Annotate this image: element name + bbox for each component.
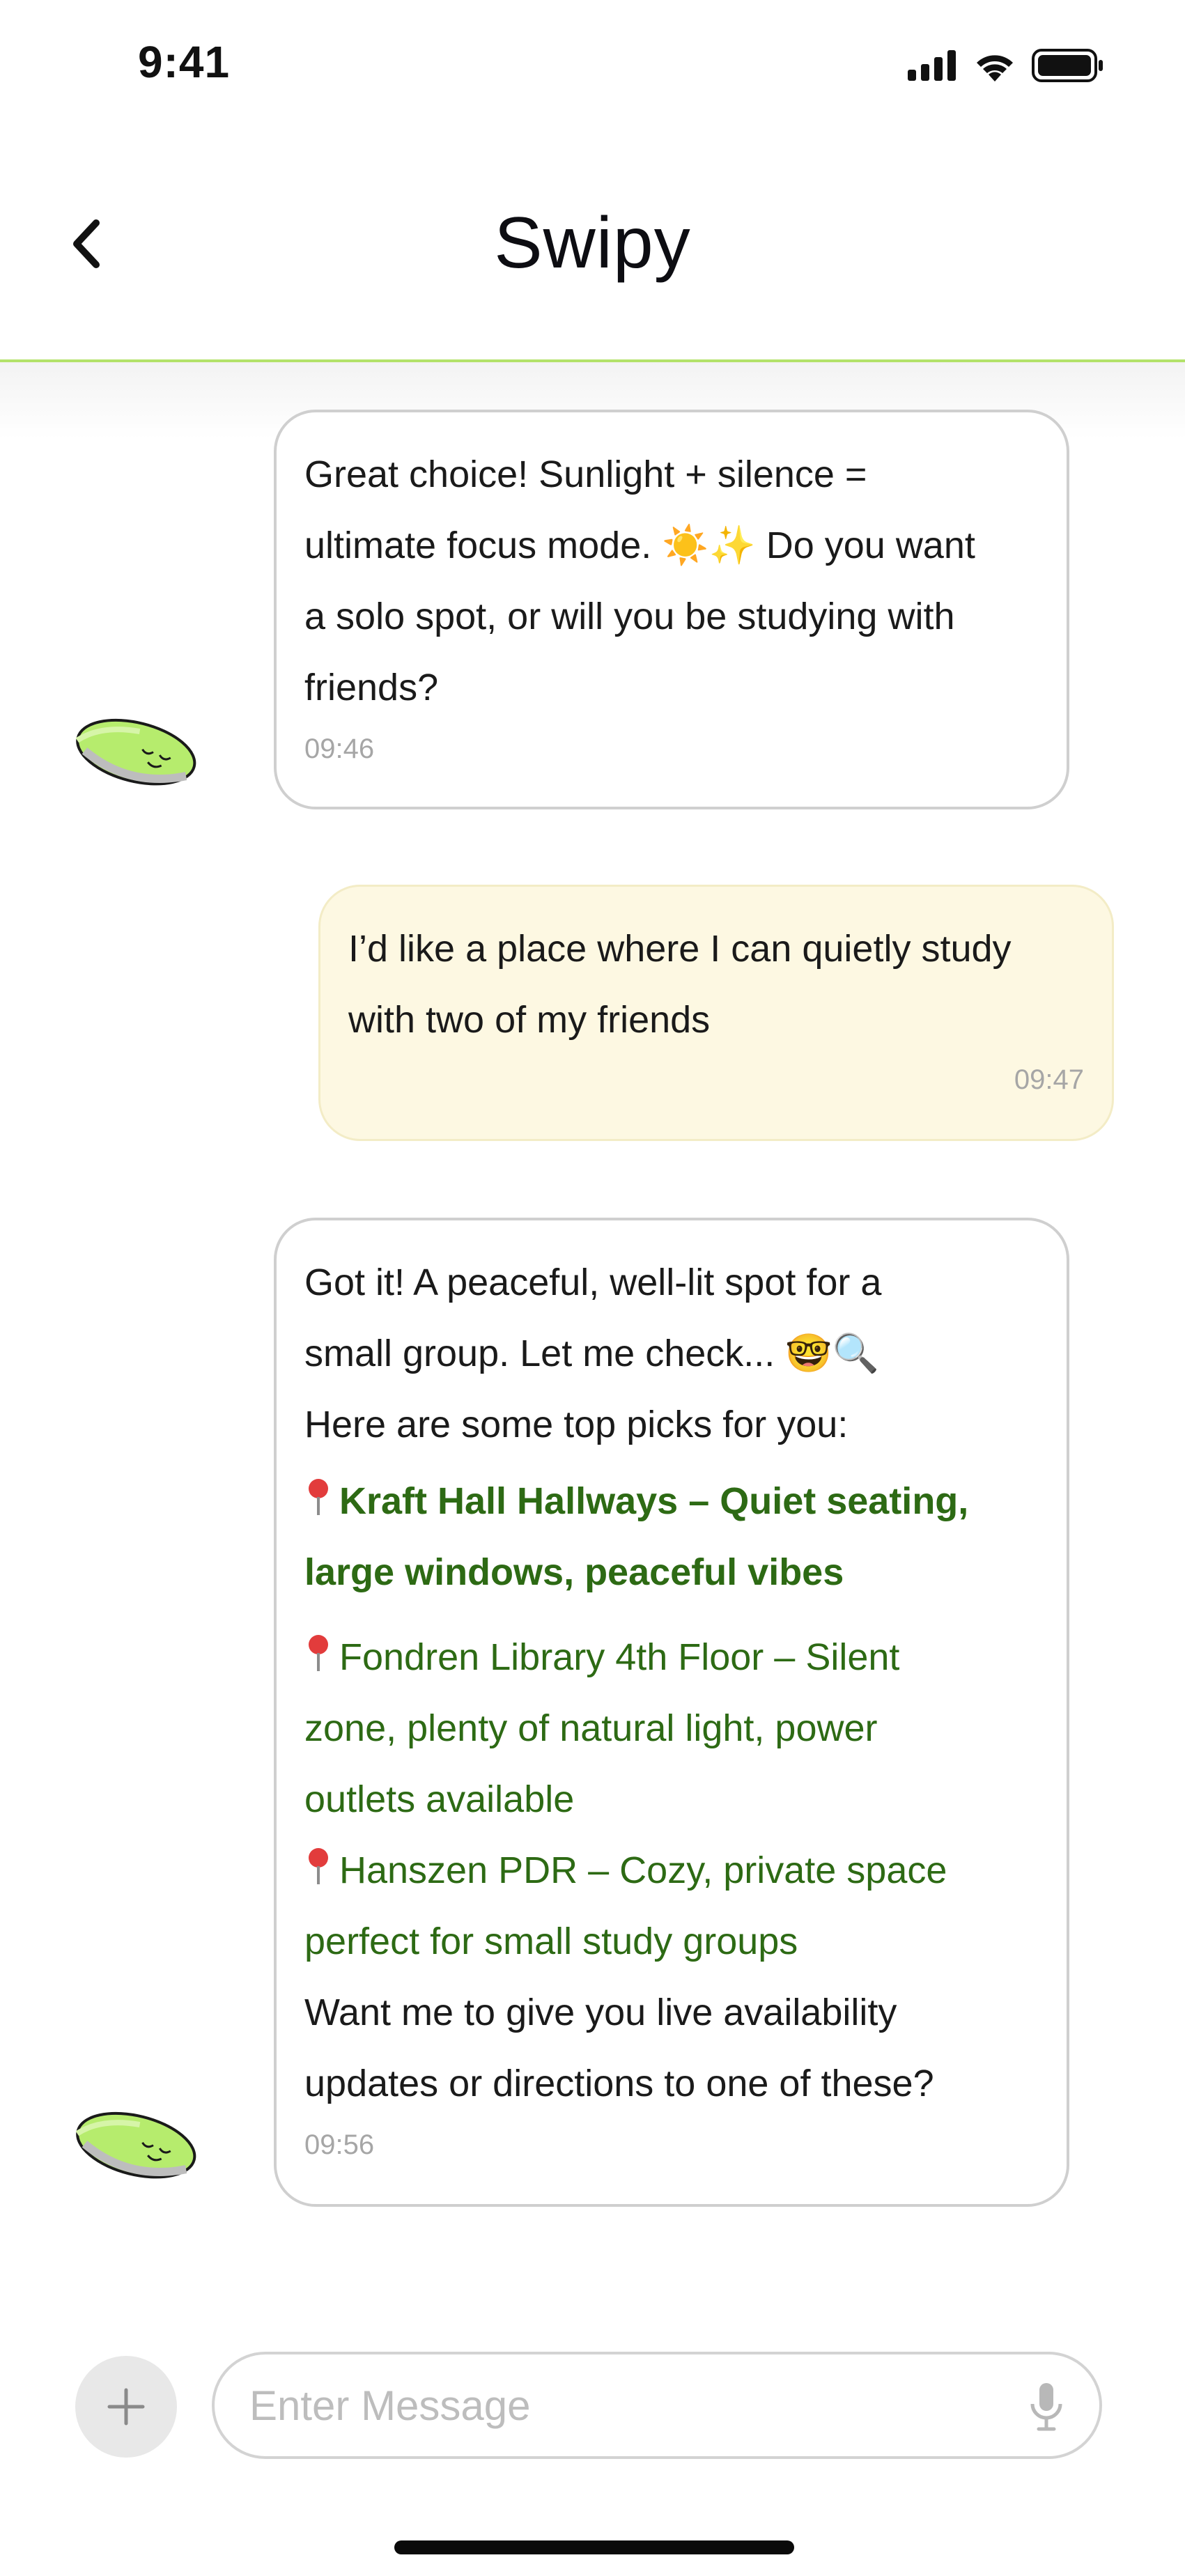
- message-time: 09:46: [304, 734, 375, 764]
- bot-avatar-icon: [75, 2111, 196, 2179]
- bot-message-bubble: Great choice! Sunlight + silence = ultim…: [274, 410, 1069, 809]
- page-title: Swipy: [494, 203, 691, 284]
- message-input[interactable]: [249, 2354, 1002, 2456]
- message-line: Got it! A peaceful, well-lit spot for a: [304, 1262, 882, 1303]
- microphone-icon: [1030, 2383, 1062, 2431]
- place-line: large windows, peaceful vibes: [304, 1551, 844, 1593]
- message-line: a solo spot, or will you be studying wit…: [304, 596, 955, 637]
- message-time: 09:56: [304, 2129, 375, 2160]
- pin-icon: [304, 1476, 332, 1518]
- pin-icon: [304, 1845, 332, 1887]
- battery-icon: [1032, 49, 1103, 82]
- message-line: I’d like a place where I can quietly stu…: [348, 928, 1012, 970]
- add-attachment-button[interactable]: [75, 2356, 177, 2458]
- place-text: Fondren Library 4th Floor – Silent: [339, 1636, 900, 1678]
- message-input-container: [212, 2352, 1102, 2459]
- place-line: Hanszen PDR – Cozy, private space: [304, 1835, 1039, 1906]
- place-recommendation[interactable]: Kraft Hall Hallways – Quiet seating, lar…: [304, 1466, 1039, 1608]
- wifi-icon: [977, 55, 1013, 82]
- message-line: ultimate focus mode. ☀️✨ Do you want: [304, 525, 975, 566]
- place-recommendation[interactable]: Fondren Library 4th Floor – Silent zone,…: [304, 1622, 1039, 1835]
- status-icons: [908, 49, 1104, 82]
- message-composer: [0, 2341, 1185, 2494]
- user-message-bubble: I’d like a place where I can quietly stu…: [318, 885, 1114, 1141]
- place-line: outlets available: [304, 1778, 575, 1820]
- place-line: Kraft Hall Hallways – Quiet seating,: [304, 1466, 1039, 1537]
- message-line: small group. Let me check... 🤓🔍: [304, 1333, 879, 1374]
- status-time: 9:41: [138, 37, 231, 87]
- message-time: 09:47: [1014, 1064, 1084, 1095]
- message-line: friends?: [304, 667, 439, 708]
- bot-avatar-icon: [75, 718, 196, 786]
- place-text: Hanszen PDR – Cozy, private space: [339, 1849, 947, 1891]
- place-text: Kraft Hall Hallways – Quiet seating,: [339, 1480, 969, 1522]
- status-bar: 9:41: [0, 0, 1185, 132]
- place-line: zone, plenty of natural light, power: [304, 1707, 878, 1749]
- home-indicator: [394, 2540, 794, 2554]
- place-recommendation[interactable]: Hanszen PDR – Cozy, private space perfec…: [304, 1835, 1039, 1977]
- message-line: Want me to give you live availability: [304, 1992, 897, 2033]
- voice-input-button[interactable]: [1019, 2375, 1074, 2438]
- message-line: Here are some top picks for you:: [304, 1404, 849, 1445]
- message-line: Great choice! Sunlight + silence =: [304, 453, 867, 495]
- signal-icon: [908, 50, 956, 81]
- bot-message-bubble: Got it! A peaceful, well-lit spot for a …: [274, 1218, 1069, 2207]
- plus-icon: [107, 2388, 145, 2426]
- place-line: Fondren Library 4th Floor – Silent: [304, 1622, 1039, 1693]
- pin-icon: [304, 1632, 332, 1674]
- header: Swipy: [0, 132, 1185, 362]
- place-line: perfect for small study groups: [304, 1921, 798, 1962]
- message-line: updates or directions to one of these?: [304, 2063, 934, 2104]
- message-line: with two of my friends: [348, 999, 711, 1041]
